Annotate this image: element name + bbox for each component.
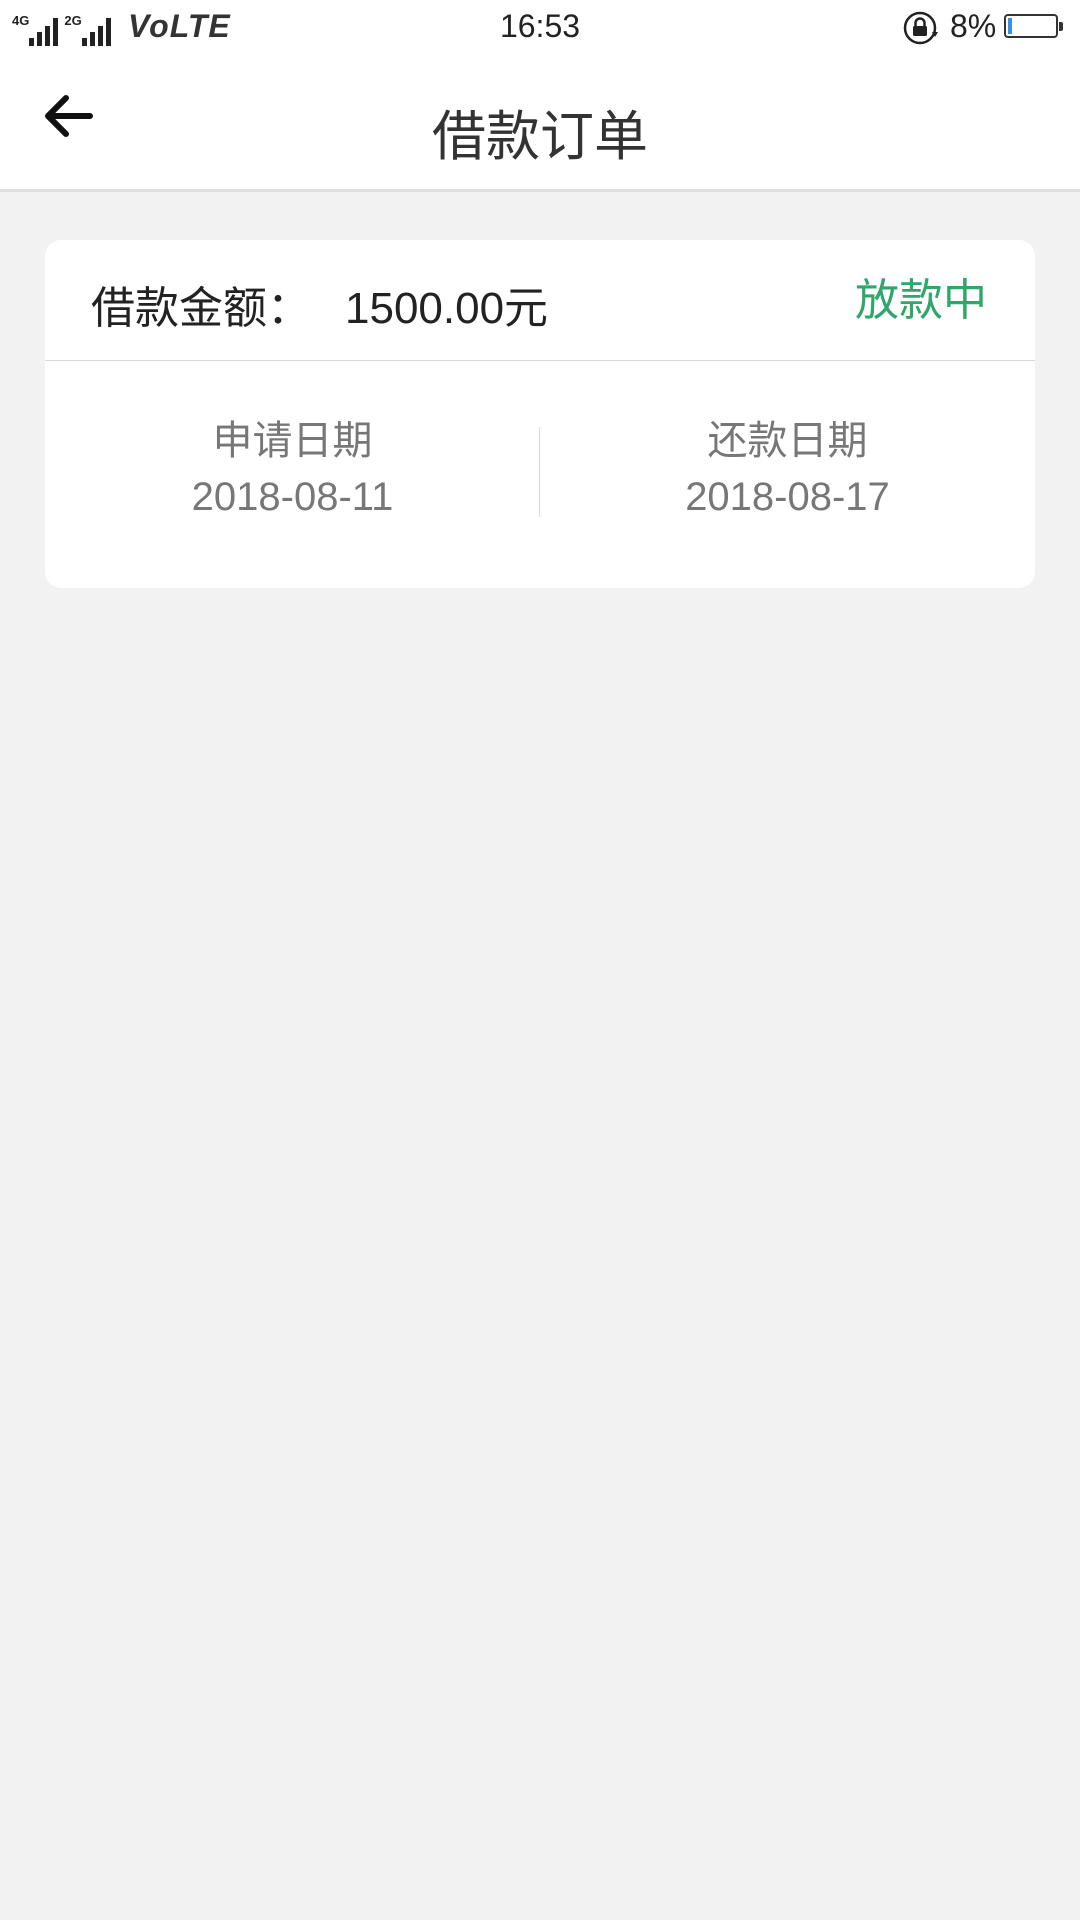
repay-date-value: 2018-08-17	[685, 475, 890, 519]
battery-level	[1008, 18, 1012, 34]
apply-date-label: 申请日期	[212, 419, 373, 463]
apply-date-block: 申请日期 2018-08-11	[45, 417, 540, 523]
repay-date-block: 还款日期 2018-08-17	[540, 417, 1035, 523]
order-dates-row: 申请日期 2018-08-11 还款日期 2018-08-17	[45, 361, 1035, 588]
amount-value: 1500.00元	[345, 284, 549, 333]
order-summary-row: 借款金额： 1500.00元 放款中	[45, 240, 1035, 361]
page-title: 借款订单	[432, 107, 648, 167]
loan-order-card[interactable]: 借款金额： 1500.00元 放款中 申请日期 2018-08-11 还款日期 …	[45, 240, 1035, 588]
repay-date-label: 还款日期	[707, 419, 868, 463]
apply-date-value: 2018-08-11	[191, 475, 394, 519]
status-bar: 4G 2G VoLTE 16:53 8%	[0, 0, 1080, 56]
battery-percent: 8%	[950, 8, 997, 44]
app-bar: 借款订单	[0, 56, 1080, 192]
rotation-lock-icon	[902, 10, 938, 46]
amount-label: 借款金额：	[91, 284, 311, 333]
order-status: 放款中	[855, 276, 987, 325]
battery-icon	[1004, 14, 1063, 38]
screen: 4G 2G VoLTE 16:53 8% 借款订单 借款金额： 1500.00元…	[0, 0, 1080, 1920]
